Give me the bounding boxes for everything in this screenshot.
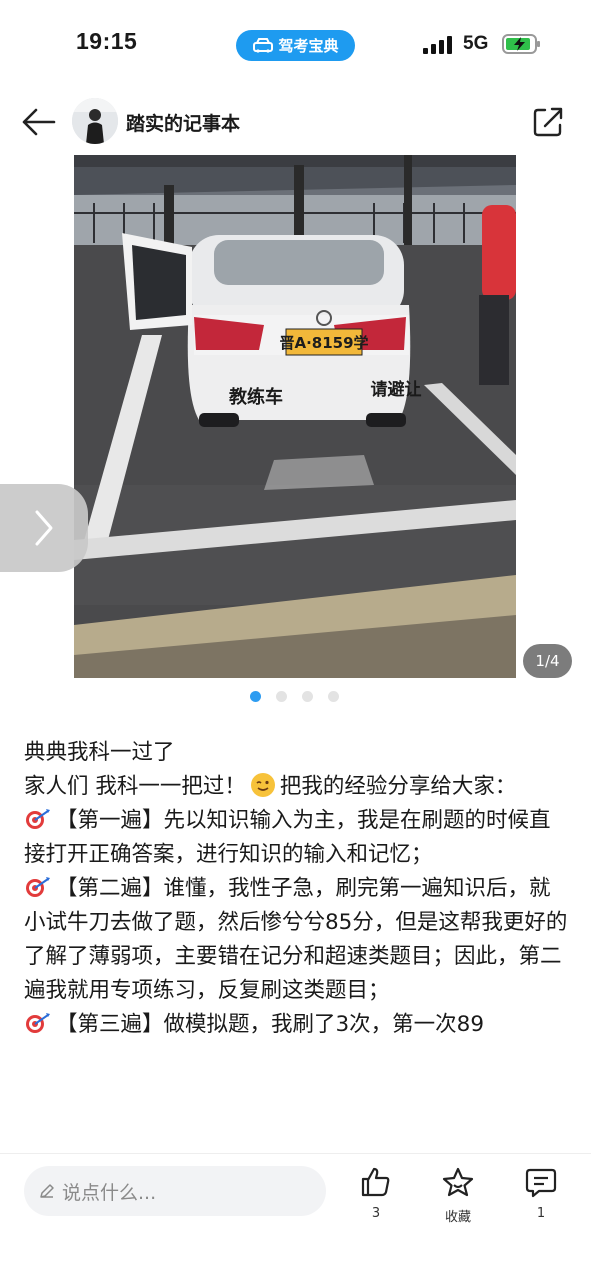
comment-count: 1 (536, 1206, 546, 1221)
carousel-dot[interactable] (302, 691, 313, 702)
thumbs-up-icon (361, 1167, 390, 1197)
author-avatar[interactable] (72, 98, 118, 144)
battery-charging-icon (502, 34, 540, 54)
car-text-right: 请避让 (371, 379, 422, 400)
target-dart-icon (26, 1013, 50, 1033)
post-title: 典典我科一过了 (24, 740, 175, 765)
pen-icon (40, 1184, 54, 1198)
collect-label: 收藏 (444, 1210, 471, 1225)
post-body: 典典我科一过了 家人们 我科一一把过！ 把我的经验分享给大家： 【第一遍】先以知… (24, 736, 569, 1042)
collect-button[interactable]: 收藏 (428, 1166, 488, 1225)
wink-emoji-icon (250, 773, 275, 797)
app-badge[interactable]: 驾考宝典 (236, 30, 355, 61)
app-badge-label: 驾考宝典 (278, 37, 339, 55)
license-plate-text: 晋A·8159学 (279, 334, 368, 352)
post-paragraph-1-text: 【第一遍】先以知识输入为主，我是在刷题的时候直接打开正确答案，进行知识的输入和记… (24, 808, 551, 867)
carousel-dot[interactable] (328, 691, 339, 702)
chevron-right-icon (35, 510, 53, 546)
post-intro-before: 家人们 我科一一把过！ (24, 774, 246, 799)
post-paragraph-2: 【第二遍】谁懂，我性子急，刷完第一遍知识后，就小试牛刀去做了题，然后惨兮兮85分… (24, 872, 569, 1008)
share-icon[interactable] (530, 104, 566, 140)
like-count: 3 (371, 1206, 381, 1221)
post-paragraph-2-text: 【第二遍】谁懂，我性子急，刷完第一遍知识后，就小试牛刀去做了题，然后惨兮兮85分… (24, 876, 568, 1003)
comment-icon (525, 1168, 557, 1198)
carousel-dots[interactable] (250, 691, 339, 702)
post-paragraph-3: 【第三遍】做模拟题，我刷了3次，第一次89 (24, 1008, 569, 1042)
car-photo-illustration: 晋A·8159学 教练车 请避让 (74, 155, 516, 678)
status-bar: 19:15 驾考宝典 5G (0, 0, 591, 88)
comment-button[interactable]: 1 (511, 1166, 571, 1221)
star-icon (442, 1167, 474, 1197)
carousel-dot[interactable] (250, 691, 261, 702)
target-dart-icon (26, 809, 50, 829)
post-paragraph-1: 【第一遍】先以知识输入为主，我是在刷题的时候直接打开正确答案，进行知识的输入和记… (24, 804, 569, 872)
post-intro: 家人们 我科一一把过！ 把我的经验分享给大家： (24, 770, 569, 804)
post-paragraph-3-text: 【第三遍】做模拟题，我刷了3次，第一次89 (56, 1012, 485, 1037)
car-text-left: 教练车 (229, 386, 283, 408)
next-image-button[interactable] (0, 484, 88, 572)
post-header: 踏实的记事本 (0, 90, 591, 154)
image-page-indicator: 1/4 (523, 644, 572, 678)
target-dart-icon (26, 877, 50, 897)
network-label: 5G (463, 33, 489, 54)
signal-icon (423, 36, 452, 54)
post-intro-after: 把我的经验分享给大家： (279, 774, 517, 799)
post-photo[interactable]: 晋A·8159学 教练车 请避让 (74, 155, 516, 678)
author-name[interactable]: 踏实的记事本 (126, 109, 240, 136)
car-icon (253, 37, 274, 53)
carousel-dot[interactable] (276, 691, 287, 702)
back-arrow-icon[interactable] (20, 104, 60, 140)
status-time: 19:15 (76, 28, 138, 54)
comment-input[interactable]: 说点什么... (24, 1166, 326, 1216)
comment-placeholder: 说点什么... (62, 1181, 157, 1204)
like-button[interactable]: 3 (346, 1166, 406, 1221)
